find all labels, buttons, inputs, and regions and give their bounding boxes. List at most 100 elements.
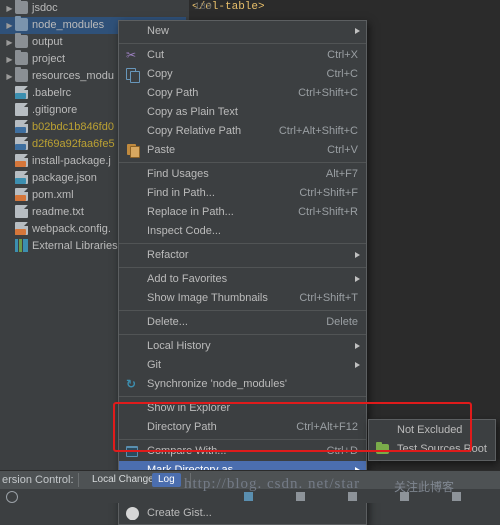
- menu-item[interactable]: Copy Path Ctrl+Shift+C: [119, 84, 366, 103]
- menu-item[interactable]: Local History: [119, 337, 366, 356]
- menu-item-label: Synchronize 'node_modules': [147, 378, 287, 390]
- github-icon: [126, 507, 139, 520]
- menu-item-shortcut: Ctrl+Shift+F: [299, 187, 358, 199]
- menu-item[interactable]: Compare With... Ctrl+D: [119, 442, 366, 461]
- toolbar-icon-1[interactable]: [244, 492, 253, 501]
- gutter-line-number: 189: [194, 2, 213, 13]
- menu-separator: [119, 162, 366, 163]
- menu-item[interactable]: Delete... Delete: [119, 313, 366, 332]
- menu-item-shortcut: Ctrl+V: [327, 144, 358, 156]
- menu-item[interactable]: ↻ Synchronize 'node_modules': [119, 375, 366, 394]
- scissors-icon: ✂: [126, 48, 137, 62]
- expand-arrow-icon[interactable]: ▶: [4, 34, 15, 51]
- tree-item-label: project: [32, 53, 66, 65]
- tree-item-label: jsdoc: [32, 2, 58, 14]
- menu-item-shortcut: Delete: [326, 316, 358, 328]
- menu-item-label: Show in Explorer: [147, 402, 231, 414]
- menu-item-shortcut: Ctrl+C: [326, 68, 358, 80]
- menu-item-label: Directory Path: [147, 421, 217, 433]
- toolbar-icon-5[interactable]: [452, 492, 461, 501]
- menu-item[interactable]: Add to Favorites: [119, 270, 366, 289]
- menu-separator: [119, 43, 366, 44]
- submenu-item[interactable]: Not Excluded: [369, 421, 495, 440]
- tree-item-label: d2f69a92faa6fe5: [32, 138, 115, 150]
- menu-item-label: Copy Relative Path: [147, 125, 242, 137]
- menu-item[interactable]: New: [119, 22, 366, 41]
- expand-arrow-icon[interactable]: ▶: [4, 17, 15, 34]
- submenu-arrow-icon: [355, 276, 360, 282]
- menu-item-label: Refactor: [147, 249, 189, 261]
- refresh-icon[interactable]: [6, 491, 18, 503]
- submenu-arrow-icon: [355, 28, 360, 34]
- menu-separator: [119, 267, 366, 268]
- green-folder-icon: [376, 442, 389, 454]
- expand-arrow-icon[interactable]: ▶: [4, 0, 15, 17]
- submenu-arrow-icon: [355, 252, 360, 258]
- tree-item-label: output: [32, 36, 63, 48]
- tree-item-label: webpack.config.: [32, 223, 111, 235]
- menu-item-label: Git: [147, 359, 162, 371]
- submenu-item-label: Test Sources Root: [397, 443, 487, 455]
- file-js-icon: [15, 154, 28, 168]
- menu-item[interactable]: Find Usages Alt+F7: [119, 165, 366, 184]
- folder-icon: [15, 50, 28, 66]
- menu-item-label: Paste: [147, 144, 176, 156]
- tree-item-label: .gitignore: [32, 104, 78, 116]
- menu-item[interactable]: Create Gist...: [119, 504, 366, 523]
- idea-window: </el-table>-col :span="24" clas <el-pagi…: [0, 0, 500, 525]
- menu-item-shortcut: Ctrl+Shift+T: [299, 292, 358, 304]
- expand-arrow-icon[interactable]: ▶: [4, 51, 15, 68]
- menu-item-shortcut: Ctrl+Shift+C: [298, 87, 358, 99]
- file-text-icon: [15, 205, 28, 219]
- menu-item-label: Cut: [147, 49, 165, 61]
- toolbar-icon-4[interactable]: [400, 492, 409, 501]
- tree-item-label: pom.xml: [32, 189, 74, 201]
- tree-item-label: resources_modu: [32, 70, 114, 82]
- menu-item-label: New: [147, 25, 170, 37]
- menu-separator: [119, 439, 366, 440]
- copy-icon: [126, 68, 140, 83]
- tree-item[interactable]: ▶ jsdoc: [0, 0, 186, 17]
- menu-item[interactable]: Replace in Path... Ctrl+Shift+R: [119, 203, 366, 222]
- status-bar: ersion Control: Local Changes Log: [0, 470, 500, 503]
- menu-item[interactable]: Git: [119, 356, 366, 375]
- mark-directory-as-submenu[interactable]: Not Excluded Test Sources Root: [368, 419, 496, 461]
- menu-item-label: Copy as Plain Text: [147, 106, 238, 118]
- status-bar-row: ersion Control: Local Changes Log: [0, 471, 500, 489]
- menu-item[interactable]: Show Image Thumbnails Ctrl+Shift+T: [119, 289, 366, 308]
- submenu-item[interactable]: Test Sources Root: [369, 440, 495, 459]
- file-json-icon: [15, 86, 28, 100]
- menu-item-label: Delete...: [147, 316, 188, 328]
- tree-item-label: package.json: [32, 172, 97, 184]
- menu-item-label: Compare With...: [147, 445, 227, 457]
- expand-arrow-icon[interactable]: ▶: [4, 68, 15, 85]
- menu-item[interactable]: Copy as Plain Text: [119, 103, 366, 122]
- menu-item-label: Local History: [147, 340, 211, 352]
- menu-item[interactable]: Directory Path Ctrl+Alt+F12: [119, 418, 366, 437]
- menu-item-label: Inspect Code...: [147, 225, 221, 237]
- folder-icon: [15, 0, 28, 15]
- menu-item-shortcut: Ctrl+Alt+F12: [296, 421, 358, 433]
- menu-item[interactable]: Show in Explorer: [119, 399, 366, 418]
- folder-blue-icon: [15, 16, 28, 32]
- toolbar-icon-3[interactable]: [348, 492, 357, 501]
- menu-item[interactable]: Refactor: [119, 246, 366, 265]
- menu-item-shortcut: Ctrl+Alt+Shift+C: [278, 125, 358, 137]
- menu-separator: [119, 334, 366, 335]
- tree-item-label: readme.txt: [32, 206, 84, 218]
- menu-item[interactable]: Copy Relative Path Ctrl+Alt+Shift+C: [119, 122, 366, 141]
- toolbar-icon-2[interactable]: [296, 492, 305, 501]
- menu-item-shortcut: Ctrl+Shift+R: [298, 206, 358, 218]
- submenu-item-label: Not Excluded: [397, 424, 463, 436]
- context-menu[interactable]: New ✂ Cut Ctrl+X Copy Ctrl+C Copy Path Ctrl+Shi…: [118, 20, 367, 525]
- menu-item[interactable]: ✂ Cut Ctrl+X: [119, 46, 366, 65]
- file-unknown-icon: [15, 120, 28, 134]
- menu-item-shortcut: Ctrl+X: [327, 49, 358, 61]
- menu-item[interactable]: Inspect Code...: [119, 222, 366, 241]
- status-tab-log[interactable]: Log: [152, 473, 181, 487]
- file-xml-icon: [15, 188, 28, 202]
- menu-item[interactable]: Find in Path... Ctrl+Shift+F: [119, 184, 366, 203]
- menu-item[interactable]: Paste Ctrl+V: [119, 141, 366, 160]
- menu-item-label: Show Image Thumbnails: [147, 292, 268, 304]
- menu-item[interactable]: Copy Ctrl+C: [119, 65, 366, 84]
